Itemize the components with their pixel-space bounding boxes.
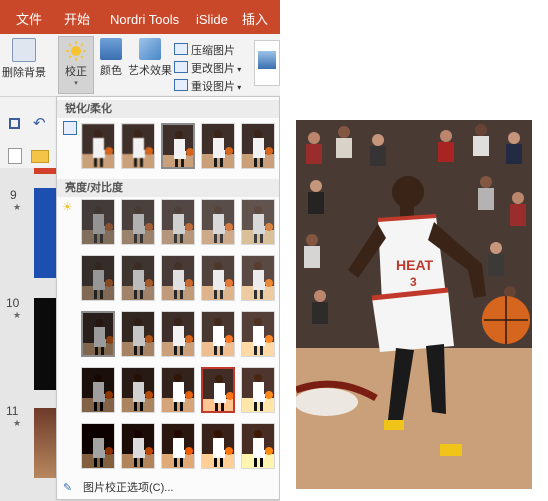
tab-nordri-tools[interactable]: Nordri Tools (110, 0, 179, 34)
folder-icon[interactable] (31, 150, 49, 163)
correct-label: 校正 (65, 66, 87, 78)
star-icon: ★ (13, 418, 22, 428)
reset-picture-button[interactable]: 重设图片 ▾ (174, 78, 241, 94)
sharpen-option[interactable] (241, 123, 275, 169)
brightness-contrast-option[interactable] (121, 367, 155, 413)
brightness-contrast-option[interactable] (201, 255, 235, 301)
color-icon (100, 38, 122, 60)
corrections-gallery: 锐化/柔化 亮度/对比度 ☀ ✎ 图片校正选项(C)... (56, 96, 280, 500)
slide-thumbnail[interactable] (34, 188, 58, 278)
slide-thumbnail-pane: 9 ★ 10 ★ 11 ★ (0, 168, 58, 501)
slide-number: 11 (6, 404, 19, 418)
brightness-contrast-option[interactable] (81, 311, 115, 357)
compress-pictures-button[interactable]: 压缩图片 (174, 42, 235, 58)
change-picture-button[interactable]: 更改图片 ▾ (174, 60, 241, 76)
slide-number: 10 (6, 296, 20, 310)
slide-number: 9 (10, 188, 17, 202)
reset-picture-icon (174, 79, 188, 91)
tab-home[interactable]: 开始 (64, 0, 90, 34)
sharpen-icon (63, 121, 77, 135)
quick-access-toolbar: ↶ (0, 112, 58, 142)
sharpen-option[interactable] (161, 123, 195, 169)
change-picture-icon (174, 61, 188, 73)
brightness-contrast-option[interactable] (161, 311, 195, 357)
brightness-contrast-option[interactable] (121, 311, 155, 357)
brightness-contrast-option[interactable] (121, 199, 155, 245)
remove-background-button[interactable]: 删除背景 (2, 38, 46, 80)
picture-style-thumb[interactable] (254, 40, 280, 86)
reset-label: 重设图片 (191, 81, 235, 93)
brightness-contrast-option[interactable] (161, 367, 195, 413)
color-label: 颜色 (100, 65, 122, 77)
new-file-icon[interactable] (8, 148, 22, 164)
sharpen-soften-header: 锐化/柔化 (57, 100, 279, 118)
tab-insert[interactable]: 插入 (242, 0, 268, 34)
basketball-photo: HEAT 3 (296, 120, 532, 489)
compress-label: 压缩图片 (191, 45, 235, 57)
ribbon-panel: 删除背景 校正 ▾ 颜色 艺术效果 压缩图片 更改图片 ▾ 重设图片 ▾ (0, 34, 280, 97)
brightness-contrast-option[interactable] (81, 367, 115, 413)
brightness-contrast-option[interactable] (201, 367, 235, 413)
brightness-contrast-option[interactable] (161, 255, 195, 301)
slide-thumbnail[interactable] (34, 298, 58, 390)
picture-style-icon (258, 51, 276, 69)
color-button[interactable]: 颜色 (96, 38, 126, 78)
brightness-contrast-option[interactable] (201, 423, 235, 469)
sharpen-option[interactable] (201, 123, 235, 169)
brightness-icon: ☀ (62, 200, 73, 214)
powerpoint-window: 文件 开始 Nordri Tools iSlide 插入 删除背景 校正 ▾ 颜… (0, 0, 280, 501)
tab-file[interactable]: 文件 (16, 0, 42, 34)
star-icon: ★ (13, 202, 22, 212)
brightness-contrast-option[interactable] (201, 199, 235, 245)
change-label: 更改图片 (191, 63, 235, 75)
sharpen-option[interactable] (81, 123, 115, 169)
jersey-text: HEAT (396, 257, 434, 273)
picture-correction-options-link[interactable]: ✎ 图片校正选项(C)... (57, 477, 279, 499)
star-icon: ★ (13, 310, 22, 320)
undo-icon[interactable]: ↶ (33, 114, 46, 132)
brightness-contrast-option[interactable] (241, 423, 275, 469)
compress-icon (174, 43, 188, 55)
correct-button[interactable]: 校正 ▾ (58, 36, 94, 94)
brightness-contrast-option[interactable] (241, 367, 275, 413)
art-effect-label: 艺术效果 (128, 65, 172, 77)
brightness-contrast-option[interactable] (241, 199, 275, 245)
remove-background-icon (12, 38, 36, 62)
remove-background-label: 删除背景 (2, 67, 46, 79)
art-effect-button[interactable]: 艺术效果 (128, 38, 172, 78)
brightness-contrast-option[interactable] (201, 311, 235, 357)
brightness-contrast-header: 亮度/对比度 (57, 179, 279, 197)
ribbon-tab-bar: 文件 开始 Nordri Tools iSlide 插入 (0, 0, 280, 34)
brightness-contrast-option[interactable] (121, 423, 155, 469)
brightness-contrast-option[interactable] (121, 255, 155, 301)
sharpen-option[interactable] (121, 123, 155, 169)
sun-icon (66, 41, 86, 61)
brightness-contrast-option[interactable] (161, 423, 195, 469)
brightness-contrast-option[interactable] (241, 311, 275, 357)
brightness-contrast-option[interactable] (81, 423, 115, 469)
brightness-contrast-option[interactable] (161, 199, 195, 245)
brightness-contrast-option[interactable] (81, 255, 115, 301)
brightness-contrast-option[interactable] (81, 199, 115, 245)
art-effect-icon (139, 38, 161, 60)
slide-thumbnail[interactable] (34, 408, 58, 478)
tab-islide[interactable]: iSlide (196, 0, 228, 34)
screenshot-composite: 文件 开始 Nordri Tools iSlide 插入 删除背景 校正 ▾ 颜… (0, 0, 548, 501)
slide-thumbnail-top[interactable] (34, 168, 58, 174)
jersey-number: 3 (410, 275, 417, 289)
correction-options-icon: ✎ (63, 482, 73, 494)
chevron-down-icon: ▾ (74, 80, 78, 87)
save-icon[interactable] (9, 118, 20, 129)
correction-options-label: 图片校正选项(C)... (83, 482, 174, 494)
brightness-contrast-option[interactable] (241, 255, 275, 301)
